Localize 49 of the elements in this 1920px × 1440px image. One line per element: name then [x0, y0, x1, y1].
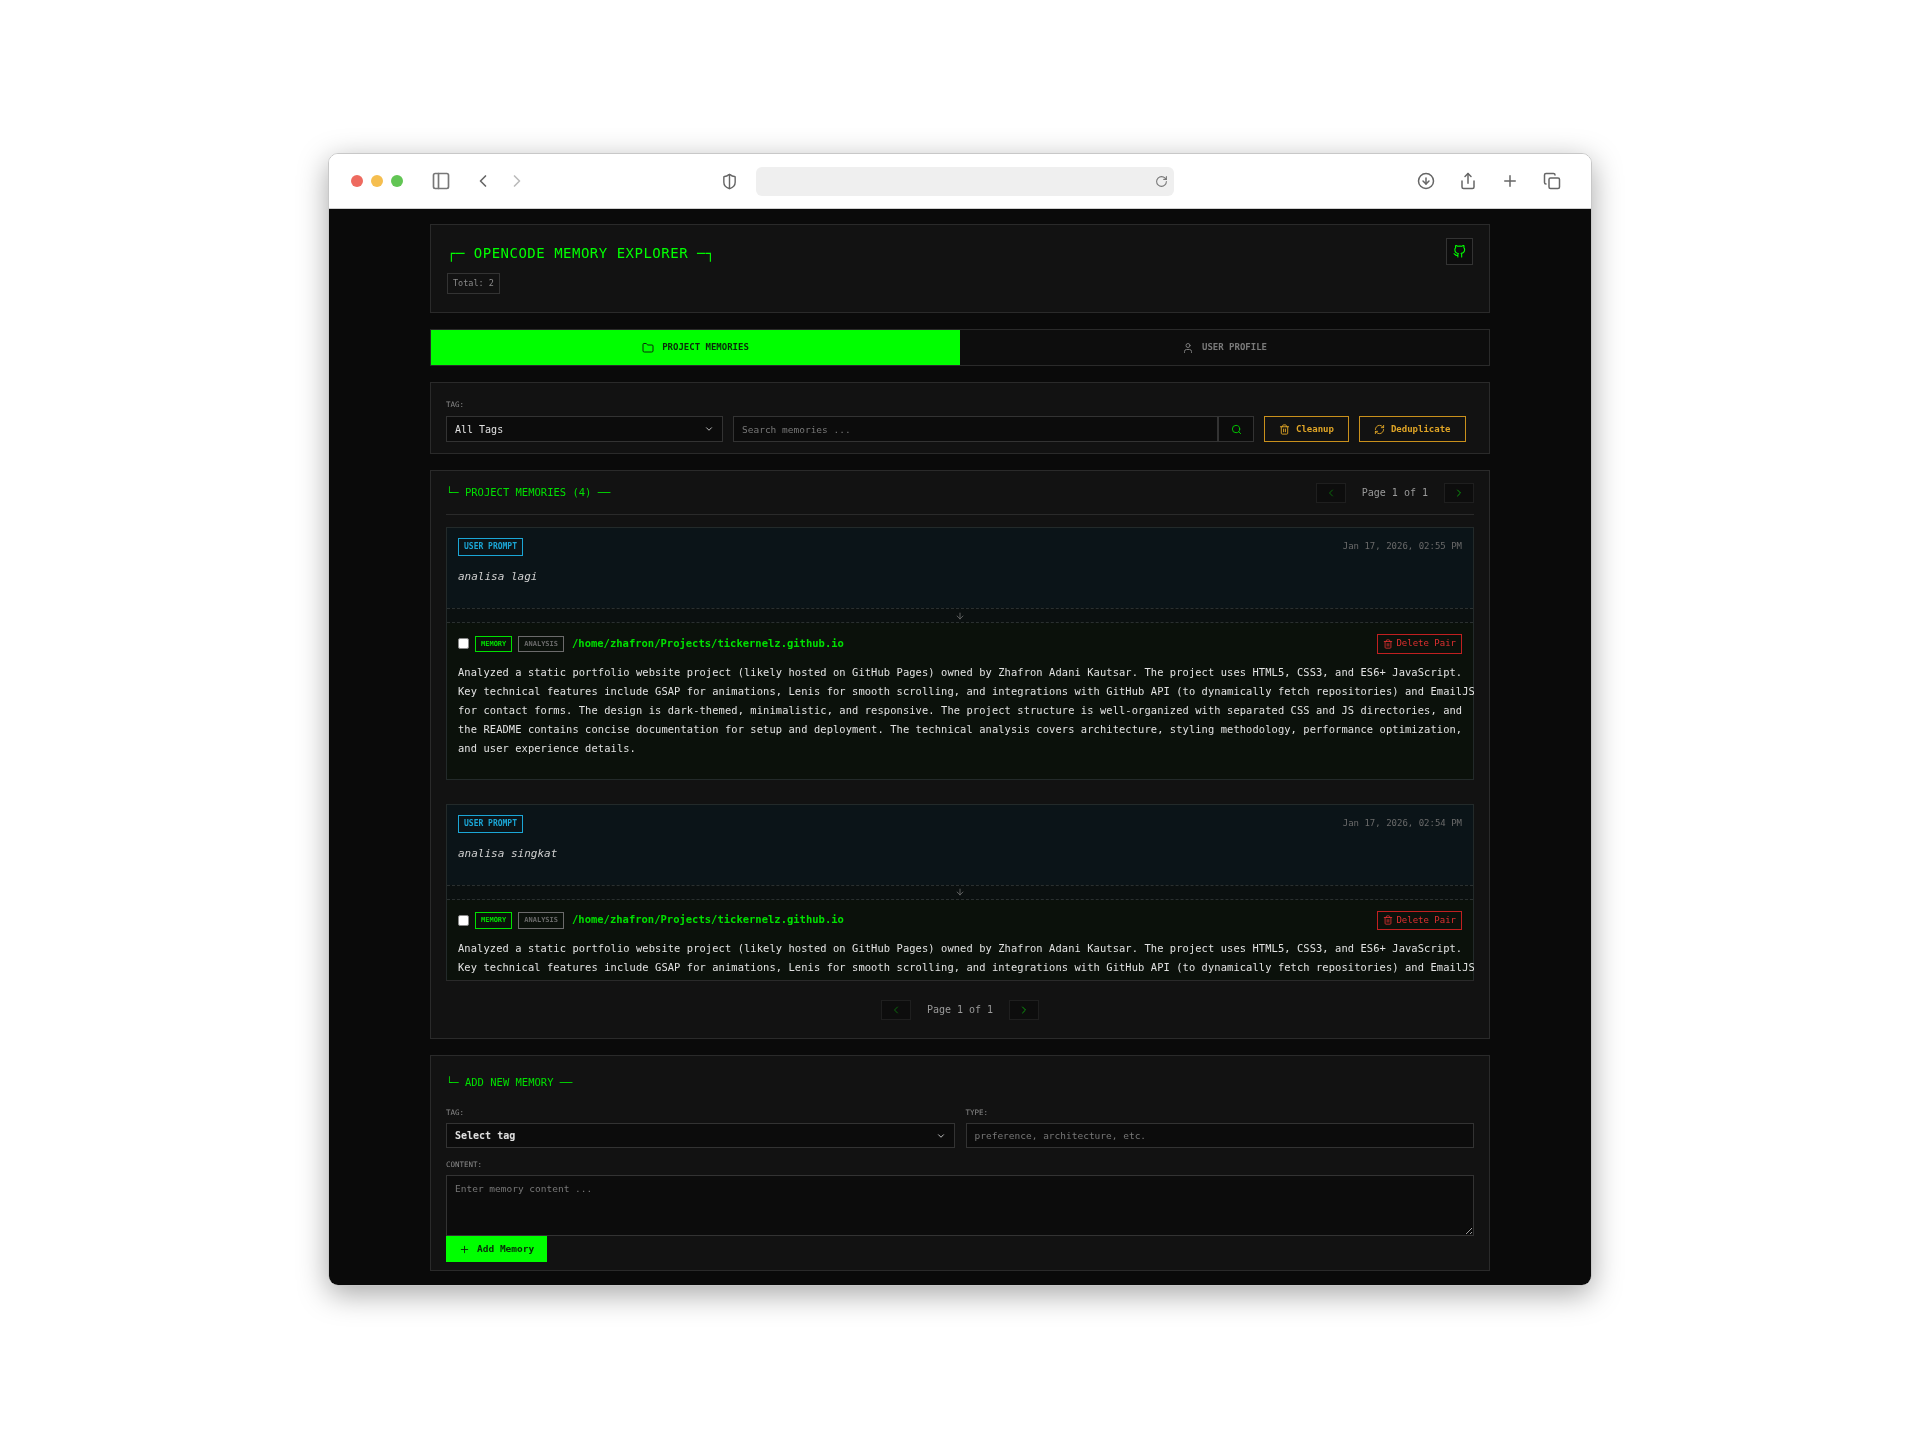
memory-content: Analyzed a static portfolio website project (likely hosted on GitHub Pages) owned by Zhafron Adani Kautsar. The project uses HTML5, CSS3, and ES6+ JavaScript. Key technical features include GSAP for animations, Lenis for smooth scrolling, and integrations with GitHub API (to dynamically fetch repositories) and EmailJS — [458, 941, 1474, 976]
project-path: /home/zhafron/Projects/tickernelz.github.io — [572, 912, 844, 928]
delete-pair-button[interactable]: Delete Pair — [1377, 910, 1462, 930]
prompt-text: analisa lagi — [458, 569, 539, 585]
tag-dropdown[interactable]: Select tag — [446, 1123, 955, 1148]
trash-icon — [1383, 638, 1394, 649]
page-indicator: Page 1 of 1 — [1361, 486, 1428, 500]
github-icon — [1453, 245, 1466, 258]
cleanup-button[interactable]: Cleanup — [1264, 416, 1349, 443]
share-icon[interactable] — [1459, 172, 1477, 190]
trash-icon — [1383, 915, 1394, 926]
section-title: └─ PROJECT MEMORIES (4) ── — [446, 484, 611, 500]
github-button[interactable] — [1446, 238, 1473, 265]
tabs-overview-icon[interactable] — [1543, 172, 1561, 190]
search-field[interactable]: Search memories ... — [733, 416, 1218, 443]
search-icon — [1230, 423, 1242, 435]
delete-pair-button[interactable]: Delete Pair — [1377, 634, 1462, 654]
section-title: └─ ADD NEW MEMORY ── — [446, 1075, 574, 1090]
page-indicator: Page 1 of 1 — [926, 1003, 994, 1017]
add-memory-button[interactable]: Add Memory — [446, 1236, 548, 1263]
timestamp: Jan 17, 2026, 02:54 PM — [1342, 816, 1462, 830]
checkbox[interactable] — [458, 638, 469, 650]
tag-dropdown[interactable]: All Tags — [446, 416, 723, 443]
content-field[interactable]: Enter memory content ... — [446, 1175, 1474, 1237]
total-count: Total: 2 — [447, 273, 500, 294]
deduplicate-button[interactable]: Deduplicate — [1358, 416, 1466, 443]
user-prompt-badge: USER PROMPT — [458, 538, 523, 556]
shield-icon[interactable] — [721, 172, 738, 190]
timestamp: Jan 17, 2026, 02:55 PM — [1342, 540, 1462, 553]
sidebar-toggle-icon[interactable] — [431, 171, 451, 191]
arrow-down-icon — [955, 610, 965, 621]
download-icon[interactable] — [1417, 172, 1435, 190]
tab[interactable]: PROJECT MEMORIES — [431, 330, 960, 365]
memory-content: Analyzed a static portfolio website project (likely hosted on GitHub Pages) owned by Zhafron Adani Kautsar. The project uses HTML5, CSS3, and ES6+ JavaScript. Key technical features include GSAP for animations, Lenis for smooth scrolling, and integrations with GitHub API (to dynamically fetch repositories) and EmailJS for contact forms. The design is dark-themed, minimalistic, and responsive. The project structure is well-organized with separated CSS and JS directories, and the README contains concise documentation for setup and deployment. The technical analysis covers architecture, styling methodology, performance optimization, and user experience details. — [458, 664, 1474, 757]
arrow-down-icon — [955, 887, 965, 897]
project-path: /home/zhafron/Projects/tickernelz.github.io — [572, 635, 844, 651]
plus-icon — [459, 1243, 470, 1255]
app-title: ┌─ OPENCODE MEMORY EXPLORER ─┐ — [447, 244, 715, 264]
new-tab-icon[interactable] — [1501, 172, 1519, 190]
reload-icon[interactable] — [1155, 174, 1168, 188]
checkbox[interactable] — [458, 914, 469, 926]
search-button[interactable] — [1218, 416, 1254, 443]
prompt-text: analisa singkat — [458, 845, 559, 862]
folder-icon — [642, 341, 655, 354]
refresh-icon — [1373, 423, 1385, 435]
type-field[interactable]: preference, architecture, etc. — [965, 1123, 1474, 1148]
trash-icon — [1279, 423, 1290, 435]
user-icon — [1182, 341, 1194, 354]
user-prompt-badge: USER PROMPT — [458, 814, 523, 833]
